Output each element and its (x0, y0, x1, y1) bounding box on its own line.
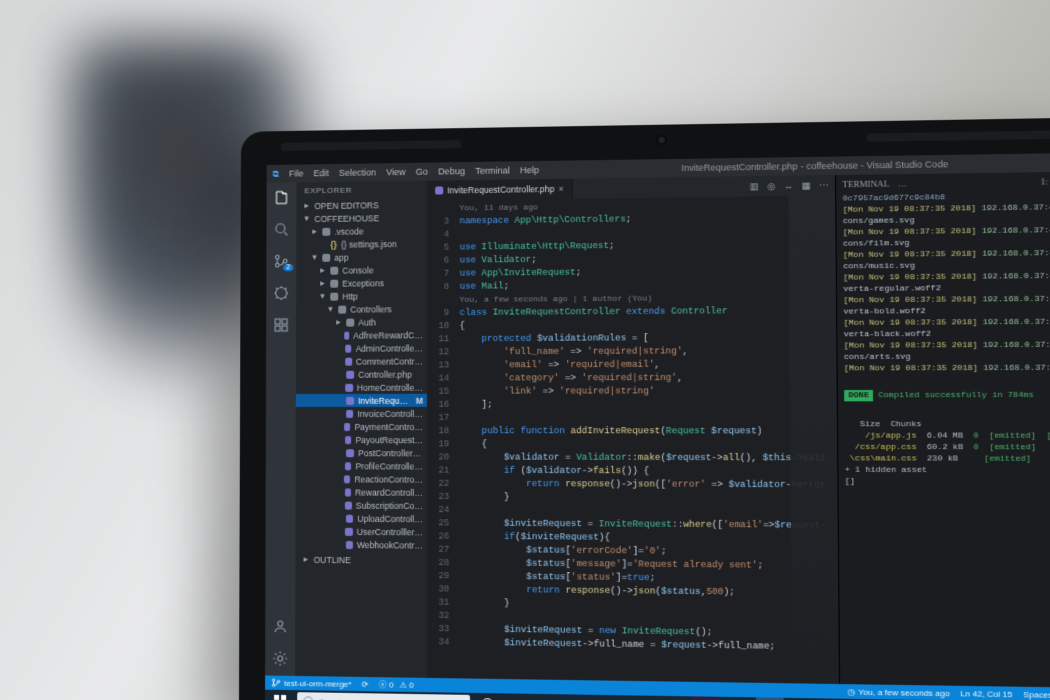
sync-indicator[interactable]: ⟳ (362, 679, 369, 688)
file-explorer-icon[interactable]: 🗀 (567, 694, 594, 700)
tree-item[interactable]: HomeControlle… (296, 381, 427, 394)
tree-item[interactable]: AdfreeRewardC… (296, 328, 427, 342)
terminal-dropdown[interactable]: 1: php, node (1041, 176, 1050, 187)
blame-status[interactable]: ◷ You, a few seconds ago (848, 687, 950, 698)
webcam (656, 135, 666, 145)
tree-item[interactable]: PayoutRequest… (296, 433, 427, 446)
tree-item[interactable]: CommentContr… (296, 354, 427, 368)
menu-item[interactable]: Edit (313, 168, 329, 178)
tree-item[interactable]: UploadControll… (296, 511, 427, 525)
laptop-bezel: ⧉ File Edit Selection View Go Debug Term… (239, 117, 1050, 700)
terminal-more[interactable]: … (898, 178, 907, 188)
code-lines[interactable]: You, 11 days agonamespace App\Http\Contr… (455, 196, 839, 685)
menu-item[interactable]: Selection (339, 167, 376, 177)
edge-icon[interactable]: ⓔ (536, 694, 563, 700)
menu-item[interactable]: Debug (438, 166, 465, 176)
menu-item[interactable]: Go (416, 167, 428, 177)
tree-item[interactable]: InvoiceControll… (296, 407, 427, 420)
terminal-panel[interactable]: TERMINAL … 1: php, node 0c7957ac9d677c9c… (835, 171, 1050, 687)
menu-item[interactable]: Help (520, 165, 539, 175)
terminal-tab[interactable]: TERMINAL (842, 178, 889, 189)
slack-icon[interactable]: # (693, 696, 721, 700)
debug-icon[interactable] (272, 284, 290, 302)
window-title: InviteRequestController.php - coffeehous… (681, 159, 948, 173)
php-file-icon (435, 186, 443, 194)
minimap[interactable] (789, 196, 839, 685)
menu-item[interactable]: View (386, 167, 406, 177)
word-icon[interactable]: W (630, 695, 657, 700)
chrome-icon[interactable] (661, 696, 688, 700)
menu-item[interactable]: File (289, 168, 303, 178)
tree-item[interactable]: ▸Console (296, 263, 427, 277)
menu-item[interactable]: Terminal (475, 165, 510, 176)
search-icon[interactable] (272, 220, 290, 238)
tree-item[interactable]: ▾Http (296, 289, 427, 303)
search-icon (303, 696, 313, 700)
extensions-icon[interactable] (272, 316, 290, 334)
editor: InviteRequestController.php × ▥ ◎ ↔ ▦ ⋯ … (427, 175, 839, 684)
diff-icon[interactable]: ◎ (767, 180, 775, 191)
scm-badge: 2 (283, 264, 293, 271)
nav-icon[interactable]: ↔ (784, 180, 794, 191)
split-icon[interactable]: ▥ (750, 181, 759, 192)
indent-status[interactable]: Spaces: 2 (1023, 689, 1050, 699)
tree-item[interactable]: ProfileControlle… (296, 459, 427, 472)
grid-icon[interactable]: ▦ (802, 180, 811, 191)
tree-item[interactable]: PaymentContro… (296, 420, 427, 433)
tree-item[interactable]: WebhookContr… (296, 538, 427, 552)
tab-filename: InviteRequestController.php (447, 184, 554, 195)
code-area[interactable]: 345678 910111213141516171819202122232425… (427, 196, 839, 685)
more-icon[interactable]: ⋯ (819, 180, 829, 191)
explorer-sidebar: EXPLORER ▸OPEN EDITORS ▾COFFEEHOUSE ▸.vs… (295, 181, 427, 678)
taskbar-search[interactable]: Type here to search (297, 692, 470, 700)
source-control-icon[interactable]: 2 (272, 252, 290, 270)
explorer-header: EXPLORER (296, 181, 427, 200)
editor-tab[interactable]: InviteRequestController.php × (427, 179, 573, 201)
line-gutter: 345678 910111213141516171819202122232425… (427, 200, 456, 678)
store-icon[interactable]: 🛍 (598, 695, 625, 700)
close-icon[interactable]: × (558, 184, 563, 194)
problems-indicator[interactable]: ⓧ 0 ⚠ 0 (378, 679, 413, 691)
activity-bar: 2 (265, 182, 296, 675)
tree-item[interactable]: RewardControll… (296, 485, 427, 499)
done-badge: DONE (844, 390, 873, 401)
tree-item[interactable]: ▾app (296, 250, 427, 264)
tree-item[interactable]: ▾Controllers (296, 302, 427, 316)
tab-actions: ▥ ◎ ↔ ▦ ⋯ (750, 180, 835, 192)
explorer-icon[interactable] (273, 189, 291, 207)
cortana-icon[interactable] (474, 693, 501, 700)
tree-item[interactable]: ▸Auth (296, 315, 427, 329)
tree-item[interactable]: UserControlller… (296, 524, 427, 538)
section-outline[interactable]: ▸OUTLINE (295, 553, 426, 567)
start-button[interactable] (267, 690, 293, 700)
branch-indicator[interactable]: test-ui-orm-merge* (271, 678, 351, 689)
task-view-icon[interactable]: ⧉ (505, 693, 532, 700)
speaker-grill (867, 130, 1050, 141)
cursor-position[interactable]: Ln 42, Col 15 (960, 688, 1012, 698)
vscode-logo-icon: ⧉ (273, 168, 279, 179)
tree-item[interactable]: ReactionContro… (296, 472, 427, 486)
tree-item[interactable]: ▸Exceptions (296, 276, 427, 290)
tree-item[interactable]: AdminControlle… (296, 341, 427, 355)
tree-item[interactable]: PostController… (296, 446, 427, 459)
account-icon[interactable] (271, 617, 289, 635)
speaker-grill (281, 140, 462, 151)
tree-item[interactable]: Controller.php (296, 368, 427, 381)
tree-item[interactable]: InviteRequ…M (296, 394, 427, 407)
tree-item[interactable]: SubscriptionCo… (296, 498, 427, 512)
screen: ⧉ File Edit Selection View Go Debug Term… (265, 153, 1050, 700)
gear-icon[interactable] (271, 649, 289, 667)
tree-item[interactable]: {}{} settings.json (296, 237, 427, 251)
